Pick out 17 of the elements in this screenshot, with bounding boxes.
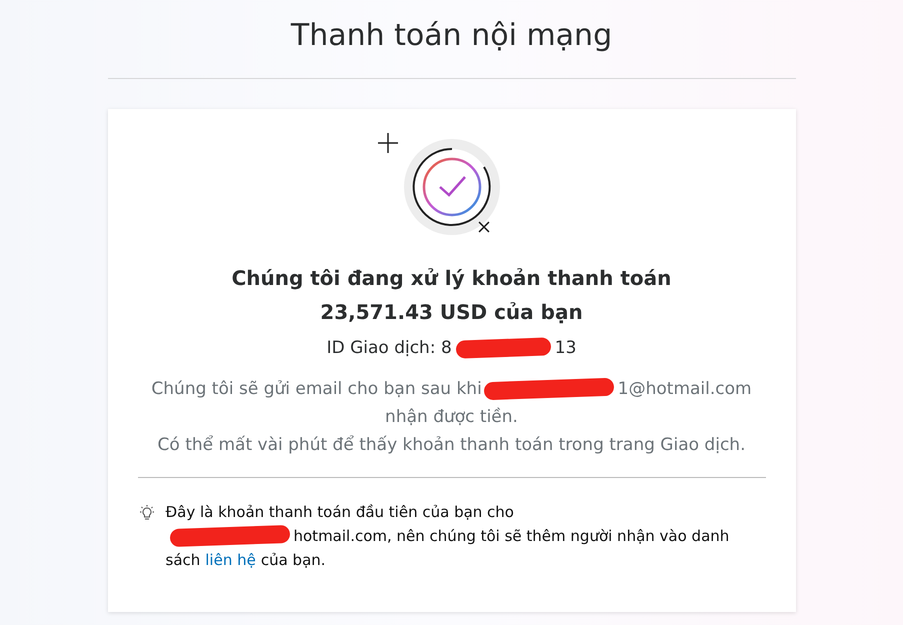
lightbulb-icon [138,504,156,522]
body-text: Chúng tôi sẽ gửi email cho bạn sau khi [151,378,482,401]
heading-line: Chúng tôi đang xử lý khoản thanh toán [232,265,672,292]
body-text: sách [166,550,200,571]
page-title: Thanh toán nội mạng [290,17,612,55]
body-text: hotmail.com, nên chúng tôi sẽ thêm người nhận vào danh [294,526,730,547]
body-text: của bạn. [260,550,326,571]
body-text: 1@hotmail.com [618,378,752,401]
heading-line: 23,571.43 USD của bạn [320,299,583,326]
body-text: ID Giao dịch: 8 [326,337,452,360]
contacts-link[interactable]: liên hệ [205,548,256,572]
body-text: nhận được tiền. [385,406,518,429]
body-text: Có thể mất vài phút để thấy khoản thanh toán trong trang Giao dịch. [158,434,746,457]
body-text: Đây là khoản thanh toán đầu tiên của bạn cho [166,502,514,523]
sparkle-icon [376,131,400,155]
checkmark-icon [402,137,502,237]
body-text: 13 [554,337,576,360]
